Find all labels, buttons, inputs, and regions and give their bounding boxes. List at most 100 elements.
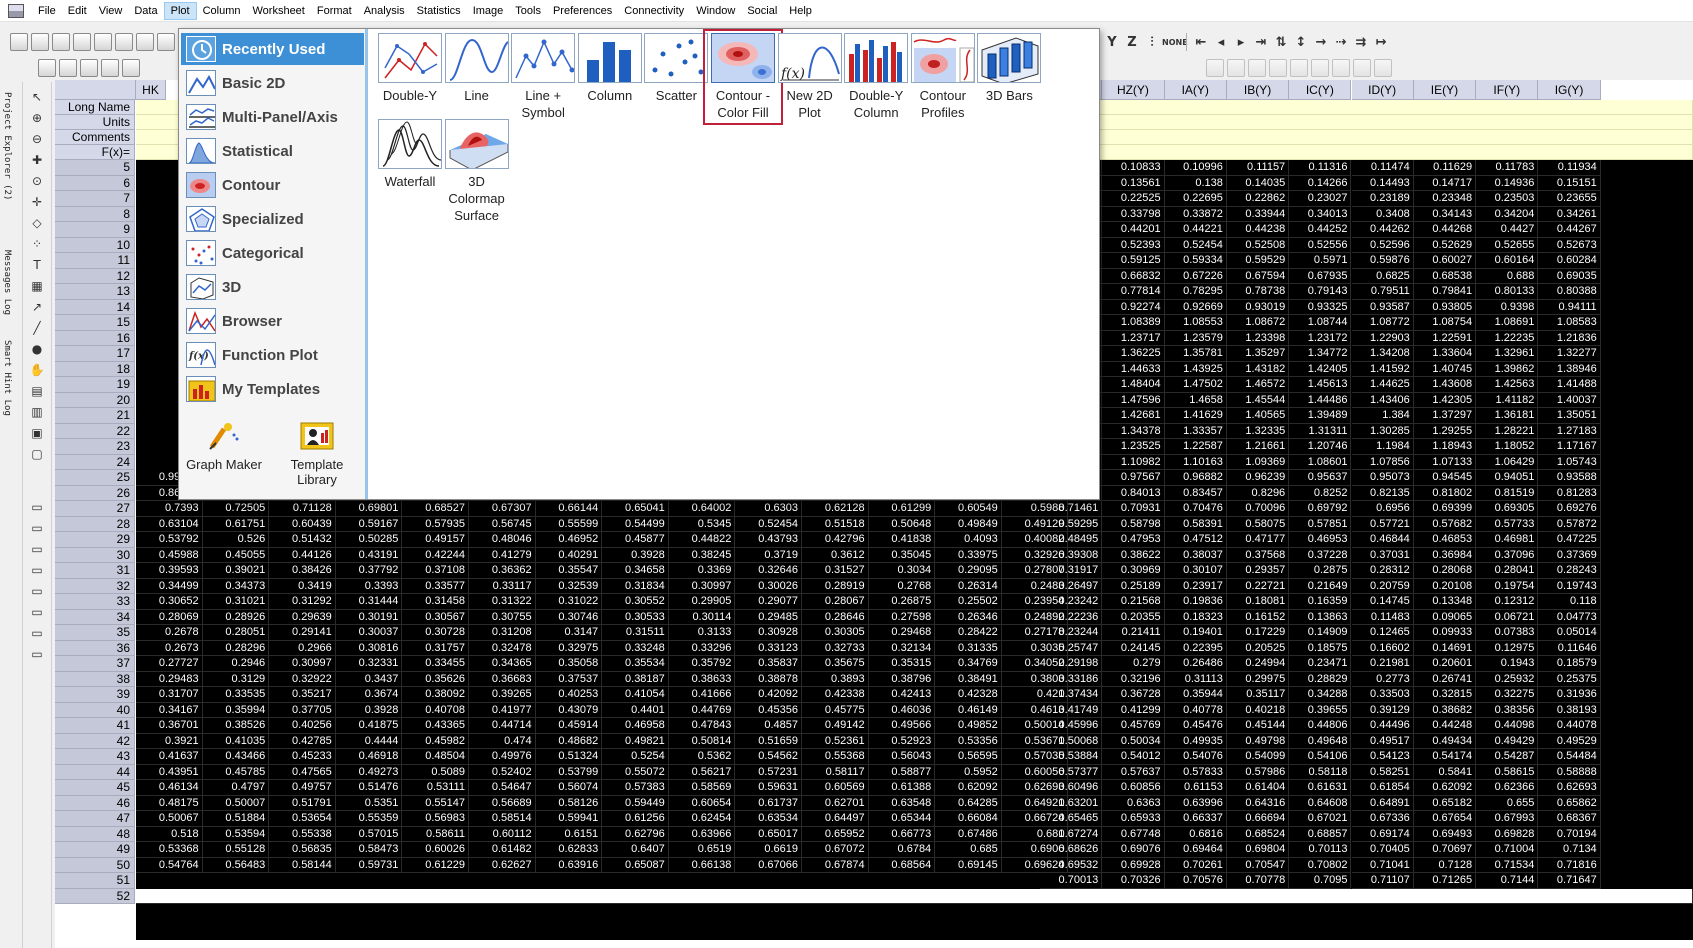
data-cell[interactable]: 0.29483 — [136, 671, 203, 687]
row-number[interactable]: 43 — [55, 749, 135, 765]
row-number[interactable]: 9 — [55, 222, 135, 238]
data-cell[interactable]: 0.44078 — [1538, 718, 1601, 734]
data-cell[interactable]: 0.6956 — [1351, 501, 1414, 517]
data-cell[interactable]: 0.71647 — [1538, 873, 1601, 889]
toolbar-button-icon[interactable] — [1374, 59, 1392, 77]
data-cell[interactable]: 0.65862 — [1538, 795, 1601, 811]
data-cell[interactable]: 0.36362 — [469, 563, 536, 579]
data-cell[interactable]: 0.12465 — [1351, 625, 1414, 641]
plot-type-scatter[interactable]: Scatter — [640, 33, 712, 104]
data-cell[interactable]: 0.53356 — [935, 733, 1002, 749]
data-cell[interactable]: 0.55147 — [402, 795, 469, 811]
data-cell[interactable]: 1.45613 — [1289, 377, 1352, 393]
data-cell[interactable]: 1.43406 — [1351, 392, 1414, 408]
data-cell[interactable]: 0.30533 — [602, 609, 669, 625]
data-cell[interactable]: 0.04773 — [1538, 609, 1601, 625]
data-cell[interactable]: 0.95073 — [1351, 470, 1414, 486]
data-cell[interactable]: 1.17167 — [1538, 439, 1601, 455]
data-cell[interactable]: 0.4613 — [1001, 702, 1069, 718]
data-cell[interactable]: 0.50007 — [202, 795, 270, 811]
data-cell[interactable]: 0.33798 — [1102, 206, 1165, 222]
data-cell[interactable]: 0.67486 — [935, 826, 1002, 842]
worksheet-nav-icon[interactable]: → — [1311, 35, 1331, 50]
data-cell[interactable]: 0.66832 — [1102, 268, 1165, 284]
side-tab-2[interactable]: Smart Hint Log — [2, 340, 12, 416]
menu-analysis[interactable]: Analysis — [358, 3, 411, 19]
data-cell[interactable]: 0.53594 — [202, 826, 270, 842]
data-cell[interactable]: 0.44098 — [1476, 718, 1539, 734]
data-cell[interactable]: 1.34208 — [1351, 346, 1414, 362]
data-cell[interactable]: 0.32196 — [1102, 671, 1165, 687]
data-cell[interactable]: 0.84013 — [1102, 485, 1165, 501]
data-cell[interactable]: 0.37108 — [402, 563, 469, 579]
data-cell[interactable]: 0.4444 — [335, 733, 403, 749]
data-cell[interactable]: 1.23579 — [1164, 330, 1227, 346]
data-cell[interactable]: 0.19743 — [1538, 578, 1601, 594]
data-cell[interactable]: 0.62092 — [1413, 780, 1477, 796]
data-cell[interactable]: 0.65087 — [602, 857, 669, 873]
data-cell[interactable]: 0.138 — [1164, 175, 1227, 191]
data-cell[interactable]: 0.44201 — [1102, 222, 1165, 238]
row-number[interactable]: 47 — [55, 811, 135, 827]
data-cell[interactable]: 0.6816 — [1164, 826, 1227, 842]
data-cell[interactable]: 0.18575 — [1289, 640, 1352, 656]
data-cell[interactable]: 1.46572 — [1226, 377, 1290, 393]
data-cell[interactable]: 0.30037 — [335, 625, 403, 641]
data-cell[interactable]: 0.30997 — [269, 656, 336, 672]
data-cell[interactable]: 0.06721 — [1476, 609, 1539, 625]
data-cell[interactable]: 0.83457 — [1164, 485, 1227, 501]
data-cell[interactable]: 1.40565 — [1226, 408, 1290, 424]
data-cell[interactable]: 0.32733 — [802, 640, 869, 656]
data-cell[interactable]: 1.37297 — [1413, 408, 1477, 424]
data-cell[interactable]: 0.3129 — [202, 671, 270, 687]
data-cell[interactable]: 0.50014 — [1001, 718, 1069, 734]
data-cell[interactable]: 0.5971 — [1289, 253, 1352, 269]
data-cell[interactable]: 0.58877 — [868, 764, 936, 780]
data-cell[interactable]: 0.51659 — [735, 733, 802, 749]
column-designation-3-icon[interactable]: NONE — [1162, 38, 1188, 47]
data-cell[interactable]: 0.31511 — [602, 625, 669, 641]
data-cell[interactable]: 0.65182 — [1413, 795, 1477, 811]
row-number[interactable]: 38 — [55, 671, 135, 687]
data-cell[interactable]: 0.31292 — [269, 594, 336, 610]
data-cell[interactable]: 1.1984 — [1351, 439, 1414, 455]
data-cell[interactable]: 0.61751 — [202, 516, 270, 532]
column-header[interactable]: ID(Y) — [1351, 80, 1414, 100]
menu-view[interactable]: View — [93, 3, 129, 19]
menu-plot[interactable]: Plot — [163, 1, 197, 20]
data-cell[interactable]: 0.41666 — [668, 687, 736, 703]
plot-category-my-templates[interactable]: My Templates — [181, 373, 364, 405]
toolbar-button-icon[interactable] — [1290, 59, 1308, 77]
data-cell[interactable]: 0.6784 — [868, 842, 936, 858]
row-number[interactable]: 31 — [55, 563, 135, 579]
data-cell[interactable]: 0.32922 — [269, 671, 336, 687]
menu-edit[interactable]: Edit — [62, 3, 93, 19]
data-cell[interactable]: 0.44248 — [1413, 718, 1477, 734]
data-cell[interactable]: 0.61256 — [602, 811, 669, 827]
data-cell[interactable]: 1.23717 — [1102, 330, 1165, 346]
data-cell[interactable]: 1.08583 — [1538, 315, 1601, 331]
data-cell[interactable]: 0.69399 — [1413, 501, 1477, 517]
data-cell[interactable]: 0.7134 — [1538, 842, 1601, 858]
data-cell[interactable]: 0.49434 — [1413, 733, 1477, 749]
data-cell[interactable]: 0.57833 — [1164, 764, 1227, 780]
data-cell[interactable]: 0.49273 — [335, 764, 403, 780]
data-cell[interactable]: 1.41629 — [1164, 408, 1227, 424]
data-cell[interactable]: 0.49517 — [1351, 733, 1414, 749]
data-cell[interactable]: 0.35994 — [202, 702, 270, 718]
data-cell[interactable]: 0.28926 — [202, 609, 270, 625]
data-cell[interactable]: 0.57035 — [1001, 749, 1069, 765]
data-cell[interactable]: 0.69145 — [935, 857, 1002, 873]
data-cell[interactable]: 0.41637 — [136, 749, 203, 765]
data-cell[interactable]: 0.05014 — [1538, 625, 1601, 641]
data-cell[interactable]: 0.13863 — [1289, 609, 1352, 625]
data-cell[interactable]: 0.55072 — [602, 764, 669, 780]
data-cell[interactable]: 0.4401 — [602, 702, 669, 718]
data-cell[interactable]: 0.29468 — [868, 625, 936, 641]
data-cell[interactable]: 1.42405 — [1289, 361, 1352, 377]
data-cell[interactable]: 1.31311 — [1289, 423, 1352, 439]
data-cell[interactable]: 0.3674 — [335, 687, 403, 703]
data-cell[interactable]: 0.5841 — [1413, 764, 1477, 780]
data-cell[interactable]: 1.08672 — [1226, 315, 1290, 331]
data-cell[interactable]: 0.39265 — [469, 687, 536, 703]
